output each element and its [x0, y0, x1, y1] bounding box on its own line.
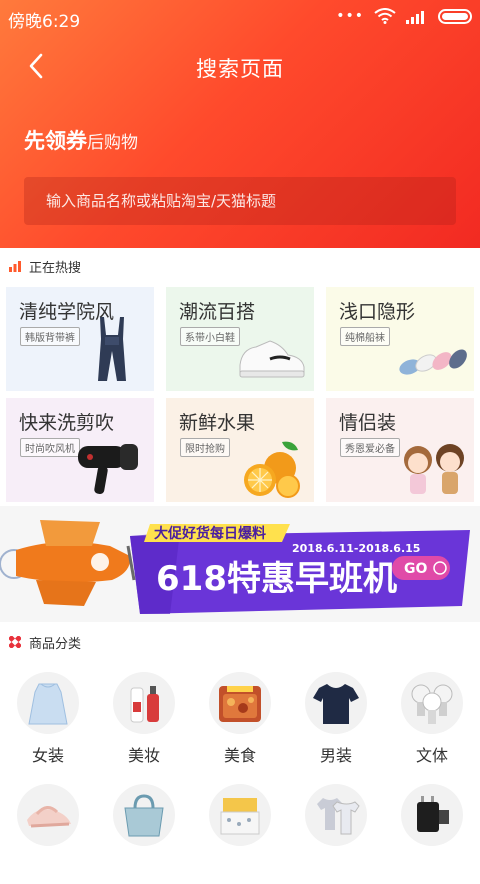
category-item[interactable]: 美妆: [96, 672, 192, 772]
category-icon-circle: [209, 784, 271, 846]
hot-card[interactable]: 新鲜水果 限时抢购: [166, 398, 314, 502]
tshirt-icon: [313, 684, 359, 724]
search-input[interactable]: [24, 177, 456, 225]
hairdryer-icon: [78, 444, 138, 495]
category-item[interactable]: 文体: [384, 672, 480, 772]
category-icon: [9, 636, 21, 648]
hot-search-label: 正在热搜: [29, 260, 82, 276]
socks-icon: [399, 349, 467, 375]
category-item-label: 文体: [415, 746, 448, 765]
category-item[interactable]: [384, 784, 480, 884]
status-time: 傍晚6:29: [8, 12, 81, 32]
banner-subtitle: 大促好货每日爆料: [154, 525, 266, 542]
category-icon-circle: [113, 784, 175, 846]
hot-card-tag: 时尚吹风机: [20, 438, 80, 457]
hot-card[interactable]: 情侣装 秀恩爱必备: [326, 398, 474, 502]
hot-card[interactable]: 快来洗剪吹 时尚吹风机: [6, 398, 154, 502]
hot-card-tag: 韩版背带裤: [20, 327, 80, 346]
banner-date: 2018.6.11-2018.6.15: [292, 542, 420, 555]
hot-card-title: 情侣装: [339, 412, 397, 434]
category-item-label: 美妆: [127, 746, 160, 765]
category-item[interactable]: 美食: [192, 672, 288, 772]
sandal-icon: [27, 806, 71, 828]
trending-bars-icon: [9, 260, 21, 272]
category-item[interactable]: [0, 784, 96, 884]
category-label: 商品分类: [29, 636, 82, 652]
sneaker-icon: [239, 340, 305, 378]
food-icon: [219, 686, 261, 722]
hot-card[interactable]: 浅口隐形 纯棉船袜: [326, 287, 474, 391]
page-title: 搜索页面: [196, 57, 284, 81]
couple-icon: [404, 444, 464, 494]
banner-go-button[interactable]: GO: [404, 561, 427, 577]
category-icon-circle: [209, 672, 271, 734]
hot-card-tag: 秀恩爱必备: [340, 438, 400, 457]
promo-strong: 先领券: [24, 129, 87, 153]
category-item[interactable]: [96, 784, 192, 884]
hot-card[interactable]: 清纯学院风 韩版背带裤: [6, 287, 154, 391]
promo-weak: 后购物: [87, 133, 138, 153]
category-item[interactable]: [192, 784, 288, 884]
category-icon-circle: [17, 672, 79, 734]
charger-icon: [417, 796, 449, 832]
hot-card-tag: 限时抢购: [180, 438, 230, 457]
status-bar: 傍晚6:29 •••: [0, 0, 480, 34]
signal-icon: [406, 10, 424, 24]
cosmetics-icon: [130, 686, 159, 723]
baby-clothes-icon: [317, 798, 360, 835]
category-item-label: 美食: [223, 746, 256, 765]
promo-banner[interactable]: 大促好货每日爆料 2018.6.11-2018.6.15 618特惠早班机 GO: [0, 506, 480, 622]
category-item[interactable]: 女装: [0, 672, 96, 772]
header: 傍晚6:29 ••• 搜索页面 先领券后购物 输入商品名称或粘贴淘宝/天猫标题: [0, 0, 480, 248]
category-item-label: 女装: [31, 746, 64, 765]
category-icon-circle: [401, 672, 463, 734]
banner-graphic: 大促好货每日爆料 2018.6.11-2018.6.15 618特惠早班机 GO: [0, 520, 470, 614]
hot-card-title: 浅口隐形: [339, 301, 416, 323]
hot-card-tag: 纯棉船袜: [340, 327, 390, 346]
status-icons: •••: [336, 8, 472, 24]
wifi-icon: [374, 8, 396, 24]
bedding-icon: [220, 798, 260, 835]
more-dots-icon: •••: [336, 8, 364, 24]
category-item[interactable]: 男装: [288, 672, 384, 772]
category-icon-circle: [401, 784, 463, 846]
category-icon-circle: [17, 784, 79, 846]
dress-icon: [28, 683, 68, 725]
hot-search-header: 正在热搜: [0, 248, 480, 284]
hot-card-tag: 系带小白鞋: [180, 327, 240, 346]
handbag-icon: [124, 794, 164, 837]
category-item[interactable]: [288, 784, 384, 884]
hot-card-title: 潮流百搭: [179, 301, 256, 323]
banner-headline: 618特惠早班机: [156, 559, 397, 599]
orange-icon: [244, 441, 300, 498]
category-icon-circle: [305, 784, 367, 846]
bulbs-icon: [411, 684, 453, 724]
hot-card[interactable]: 潮流百搭 系带小白鞋: [166, 287, 314, 391]
category-icon-circle: [305, 672, 367, 734]
promo-slogan: 先领券后购物: [24, 125, 138, 155]
airplane-icon: [0, 520, 136, 606]
category-icon-circle: [113, 672, 175, 734]
hot-card-title: 快来洗剪吹: [19, 412, 115, 434]
overalls-icon: [98, 317, 126, 381]
hot-card-title: 新鲜水果: [179, 412, 256, 434]
category-item-label: 男装: [319, 746, 352, 765]
battery-icon: [438, 8, 472, 24]
search-box[interactable]: [24, 177, 456, 225]
category-header: 商品分类: [0, 624, 480, 660]
nav-bar: 搜索页面: [0, 44, 480, 88]
